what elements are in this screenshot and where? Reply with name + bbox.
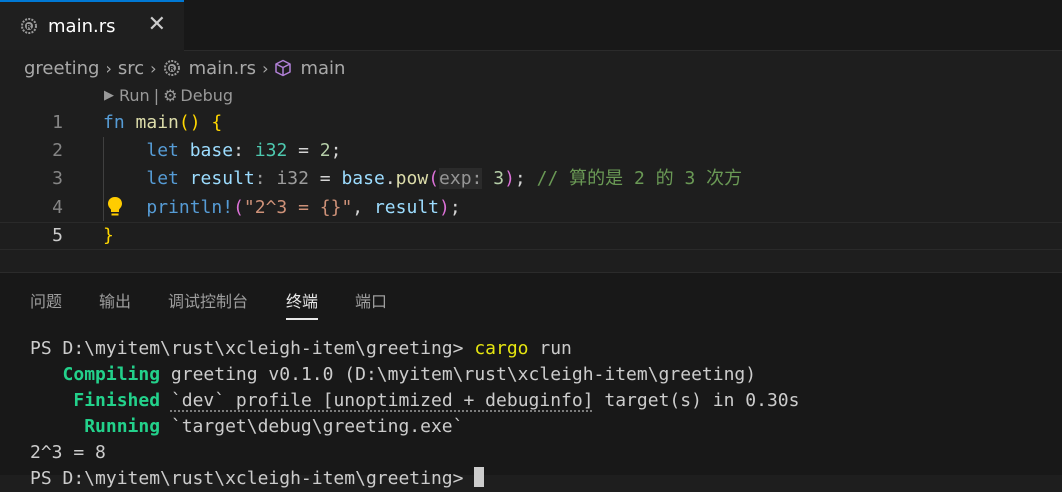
tab-main-rs[interactable]: R main.rs ✕ xyxy=(0,0,184,50)
terminal-line: 2^3 = 8 xyxy=(30,442,106,463)
panel-tabs: 问题 输出 调试控制台 终端 端口 xyxy=(0,273,1062,325)
code-text: let result: i32 = base.pow(exp: 3); // 算… xyxy=(146,168,743,189)
bottom-panel: 问题 输出 调试控制台 终端 端口 PS D:\myitem\rust\xcle… xyxy=(0,272,1062,489)
play-icon: ▶ xyxy=(104,88,114,103)
codelens-debug[interactable]: Debug xyxy=(180,86,233,105)
code-line[interactable]: 1 fn main() { xyxy=(0,109,1062,137)
line-number: 2 xyxy=(52,140,63,161)
breadcrumb-item-main-rs[interactable]: main.rs xyxy=(189,58,256,79)
breadcrumb-item-greeting[interactable]: greeting xyxy=(24,58,99,79)
code-text: fn main() { xyxy=(103,112,223,133)
chevron-right-icon: › xyxy=(262,58,269,78)
code-text: } xyxy=(103,225,114,246)
codelens-run[interactable]: Run xyxy=(119,86,150,105)
line-number: 3 xyxy=(52,168,63,189)
codelens-separator: | xyxy=(153,86,160,105)
close-tab-icon[interactable]: ✕ xyxy=(148,14,166,36)
line-number: 5 xyxy=(52,225,63,246)
code-text: println!("2^3 = {}", result); xyxy=(146,197,461,218)
terminal-line: PS D:\myitem\rust\xcleigh-item\greeting> xyxy=(30,466,799,492)
line-number: 1 xyxy=(52,112,63,133)
terminal-line: Compiling greeting v0.1.0 (D:\myitem\rus… xyxy=(62,364,757,385)
rust-file-icon: R xyxy=(163,60,180,76)
breadcrumb: greeting › src › R main.rs › main xyxy=(24,56,345,80)
tab-problems[interactable]: 问题 xyxy=(30,288,62,312)
tab-output[interactable]: 输出 xyxy=(99,288,131,312)
tab-bar-empty-area xyxy=(184,0,1062,51)
code-line-current[interactable]: 5 } xyxy=(0,222,1062,250)
terminal-line: Finished `dev` profile [unoptimized + de… xyxy=(73,390,800,411)
tab-label: main.rs xyxy=(48,15,116,37)
terminal-line: PS D:\myitem\rust\xcleigh-item\greeting>… xyxy=(30,338,572,359)
tab-terminal[interactable]: 终端 xyxy=(286,288,319,320)
breadcrumb-item-src[interactable]: src xyxy=(118,58,144,79)
line-number: 4 xyxy=(52,197,63,218)
svg-text:R: R xyxy=(169,65,175,73)
lightbulb-icon[interactable] xyxy=(106,195,124,219)
gear-icon: ⚙ xyxy=(163,86,178,105)
tab-debug-console[interactable]: 调试控制台 xyxy=(168,288,248,312)
code-text: let base: i32 = 2; xyxy=(146,140,342,161)
rust-file-icon: R xyxy=(21,18,37,34)
chevron-right-icon: › xyxy=(150,58,157,78)
code-line[interactable]: 4 println!("2^3 = {}", result); xyxy=(0,194,1062,222)
terminal-output[interactable]: PS D:\myitem\rust\xcleigh-item\greeting>… xyxy=(30,336,799,492)
codelens: ▶ Run | ⚙ Debug xyxy=(104,86,233,105)
function-cube-icon xyxy=(275,59,292,77)
editor-tab-bar: R main.rs ✕ xyxy=(0,0,1062,51)
code-line[interactable]: 2 let base: i32 = 2; xyxy=(0,137,1062,165)
inlay-hint: exp: xyxy=(439,168,483,189)
terminal-line: Running `target\debug\greeting.exe` xyxy=(84,416,464,437)
svg-text:R: R xyxy=(26,23,32,31)
chevron-right-icon: › xyxy=(105,58,112,78)
code-line[interactable]: 3 let result: i32 = base.pow(exp: 3); //… xyxy=(0,165,1062,193)
breadcrumb-item-main-fn[interactable]: main xyxy=(300,58,345,79)
tab-ports[interactable]: 端口 xyxy=(355,288,387,312)
terminal-cursor xyxy=(474,467,485,487)
